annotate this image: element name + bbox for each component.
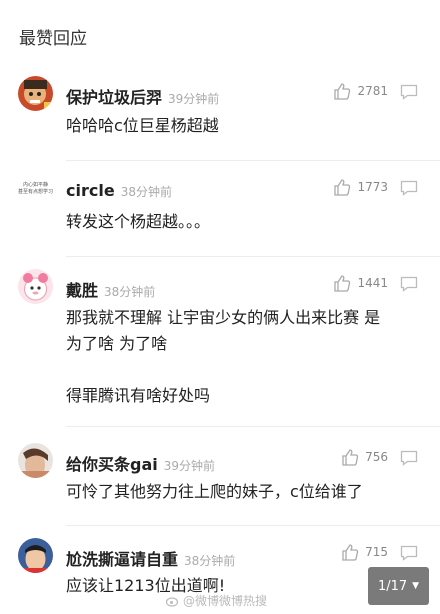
divider <box>66 426 440 427</box>
comment-author[interactable]: 保护垃圾后羿 39分钟前 <box>66 84 219 108</box>
comment-bubble-icon <box>400 545 418 561</box>
like-button[interactable]: 1441 <box>333 274 388 292</box>
watermark-text: @微博微博热搜 <box>183 594 268 608</box>
caret-down-icon: ▼ <box>412 581 420 591</box>
like-button[interactable]: 2781 <box>333 82 388 100</box>
avatar[interactable] <box>18 443 53 478</box>
like-count: 1441 <box>357 276 388 290</box>
comment-time: 39分钟前 <box>168 92 220 106</box>
like-button[interactable]: 715 <box>341 543 388 561</box>
comment-bubble-icon <box>400 276 418 292</box>
divider <box>66 256 440 257</box>
divider <box>66 160 440 161</box>
thumbs-up-icon <box>334 179 351 196</box>
comment-bubble-icon <box>400 450 418 466</box>
comment-author[interactable]: circle 38分钟前 <box>66 181 172 200</box>
thumbs-up-icon <box>342 544 359 561</box>
comment-text: 那我就不理解 让宇宙少女的俩人出来比赛 是 为了啥 为了啥 得罪腾讯有啥好处吗 <box>66 308 381 405</box>
comment-text: 转发这个杨超越。。。 <box>66 212 211 231</box>
like-button[interactable]: 756 <box>341 448 388 466</box>
thumbs-up-icon <box>334 83 351 100</box>
watermark: @微博微博热搜 <box>166 592 267 609</box>
comment-time: 38分钟前 <box>104 285 156 299</box>
reply-button[interactable] <box>400 276 418 296</box>
avatar[interactable]: 内心如平静 甚至有点想学习 <box>18 173 53 208</box>
comment-author[interactable]: 给你买条gai 39分钟前 <box>66 451 215 475</box>
like-count: 1773 <box>357 180 388 194</box>
thumbs-up-icon <box>342 449 359 466</box>
page-selector[interactable]: 1/17 ▼ <box>368 567 429 605</box>
like-count: 2781 <box>357 84 388 98</box>
like-button[interactable]: 1773 <box>333 178 388 196</box>
like-count: 756 <box>365 450 388 464</box>
avatar[interactable] <box>18 76 53 111</box>
comment-text: 可怜了其他努力往上爬的妹子，c位给谁了 <box>66 482 363 501</box>
comment-bubble-icon <box>400 84 418 100</box>
avatar[interactable] <box>18 538 53 573</box>
comment-text: 哈哈哈c位巨星杨超越 <box>66 116 219 135</box>
comment-author[interactable]: 戴胜 38分钟前 <box>66 277 155 301</box>
comment-time: 39分钟前 <box>163 459 216 473</box>
page-indicator: 1/17 <box>377 578 408 594</box>
reply-button[interactable] <box>400 180 418 200</box>
section-title: 最赞回应 <box>19 29 87 49</box>
comment-time: 38分钟前 <box>184 554 236 568</box>
reply-button[interactable] <box>400 450 418 470</box>
comment-bubble-icon <box>400 180 418 196</box>
reply-button[interactable] <box>400 84 418 104</box>
reply-button[interactable] <box>400 545 418 565</box>
divider <box>66 525 440 526</box>
comment-time: 38分钟前 <box>120 185 172 199</box>
weibo-logo-icon <box>166 596 179 607</box>
like-count: 715 <box>365 545 388 559</box>
avatar[interactable] <box>18 269 53 304</box>
avatar-text: 内心如平静 甚至有点想学习 <box>18 182 53 195</box>
thumbs-up-icon <box>334 275 351 292</box>
comment-author[interactable]: 尬洗撕逼请自重 38分钟前 <box>66 546 235 570</box>
